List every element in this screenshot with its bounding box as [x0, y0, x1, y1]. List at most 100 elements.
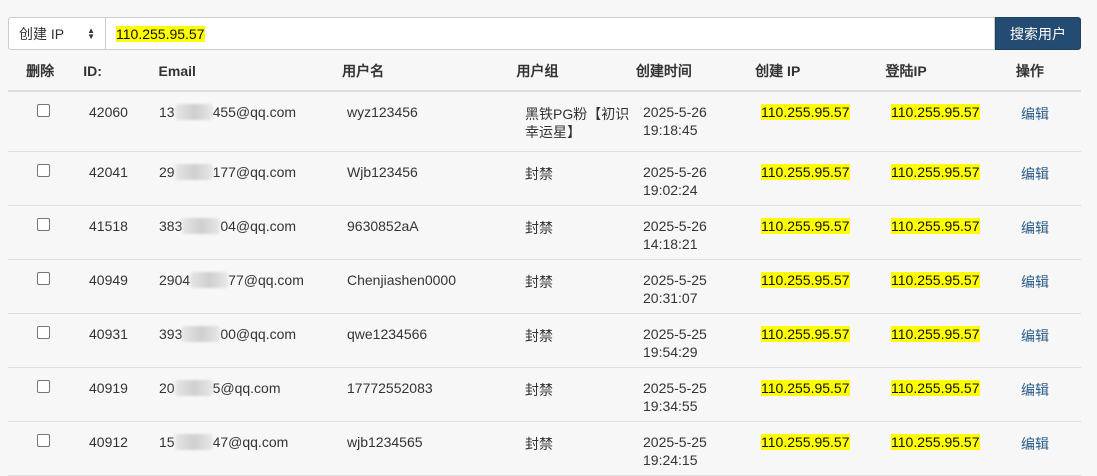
delete-checkbox[interactable]	[36, 218, 50, 231]
created-ip-text: 110.255.95.57	[761, 272, 850, 288]
email-suffix: 47@qq.com	[212, 434, 289, 450]
row-login-ip: 110.255.95.57	[880, 152, 1010, 205]
created-clock: 14:18:21	[643, 236, 698, 252]
edit-link[interactable]: 编辑	[1021, 106, 1049, 122]
header-created-time: 创建时间	[635, 63, 692, 79]
login-ip-text: 110.255.95.57	[891, 218, 980, 234]
email-suffix: 04@qq.com	[220, 218, 297, 234]
row-group: 黑铁PG粉【初识幸运星】	[525, 106, 630, 140]
row-username: wyz123456	[347, 104, 418, 120]
created-date: 2025-5-25	[643, 434, 707, 450]
row-email: 29 177@qq.com	[148, 152, 336, 205]
row-created-ip: 110.255.95.57	[750, 422, 880, 475]
row-delete-cell	[8, 260, 78, 313]
table-row: 40931 393 00@qq.com qwe1234566 封禁 2025-5-25 19…	[8, 314, 1081, 368]
row-login-ip: 110.255.95.57	[880, 206, 1010, 259]
row-created-time: 2025-5-26 19:02:24	[632, 152, 750, 205]
row-created-time: 2025-5-25 20:31:07	[632, 260, 750, 313]
redacted-blur	[174, 380, 213, 396]
row-created-time: 2025-5-25 19:34:55	[632, 368, 750, 421]
row-email: 383 04@qq.com	[148, 206, 336, 259]
search-input[interactable]: 110.255.95.57	[106, 17, 995, 50]
delete-checkbox[interactable]	[36, 380, 50, 393]
created-date: 2025-5-26	[643, 104, 707, 120]
row-created-ip: 110.255.95.57	[750, 92, 880, 151]
search-field-select[interactable]: 创建 IP ▲ ▼	[8, 17, 106, 50]
row-created-ip: 110.255.95.57	[750, 260, 880, 313]
row-group: 封禁	[525, 328, 553, 344]
email-suffix: 77@qq.com	[228, 272, 304, 288]
redacted-blur	[190, 272, 229, 288]
edit-link[interactable]: 编辑	[1021, 220, 1049, 236]
row-created-ip: 110.255.95.57	[750, 152, 880, 205]
login-ip-text: 110.255.95.57	[891, 434, 980, 450]
created-ip-text: 110.255.95.57	[761, 380, 850, 396]
table-row: 42041 29 177@qq.com Wjb123456 封禁 2025-5-26 19:…	[8, 152, 1081, 206]
created-clock: 19:54:29	[643, 344, 698, 360]
row-created-time: 2025-5-26 19:18:45	[632, 92, 750, 151]
created-clock: 19:18:45	[643, 122, 698, 138]
row-created-time: 2025-5-26 14:18:21	[632, 206, 750, 259]
row-action: 编辑	[1010, 368, 1081, 421]
row-action: 编辑	[1010, 152, 1081, 205]
row-id: 40912	[89, 434, 128, 450]
row-created-time: 2025-5-25 19:54:29	[632, 314, 750, 367]
login-ip-text: 110.255.95.57	[891, 104, 980, 120]
edit-link[interactable]: 编辑	[1021, 166, 1049, 182]
row-username: 17772552083	[347, 380, 433, 396]
row-created-ip: 110.255.95.57	[750, 314, 880, 367]
login-ip-text: 110.255.95.57	[891, 326, 980, 342]
row-delete-cell	[8, 206, 78, 259]
row-group: 封禁	[525, 274, 553, 290]
header-group: 用户组	[516, 63, 559, 79]
delete-checkbox[interactable]	[36, 434, 50, 447]
row-created-ip: 110.255.95.57	[750, 368, 880, 421]
table-header: 删除 ID: Email 用户名 用户组 创建时间 创建 IP 登陆IP 操作	[8, 52, 1081, 92]
email-prefix: 20	[159, 380, 175, 396]
row-login-ip: 110.255.95.57	[880, 92, 1010, 151]
edit-link[interactable]: 编辑	[1021, 328, 1049, 344]
search-query-text: 110.255.95.57	[116, 25, 205, 42]
created-date: 2025-5-25	[643, 326, 707, 342]
search-bar: 创建 IP ▲ ▼ 110.255.95.57 搜索用户	[8, 17, 1081, 50]
delete-checkbox[interactable]	[36, 326, 50, 339]
table-row: 42060 13 455@qq.com wyz123456 黑铁PG粉【初识幸运星】 20…	[8, 92, 1081, 152]
email-prefix: 2904	[159, 272, 191, 288]
table-row: 40912 15 47@qq.com wjb1234565 封禁 2025-5-25 19:…	[8, 422, 1081, 476]
row-delete-cell	[8, 152, 78, 205]
created-clock: 19:24:15	[643, 452, 698, 468]
row-username: qwe1234566	[347, 326, 428, 342]
email-prefix: 29	[159, 164, 175, 180]
edit-link[interactable]: 编辑	[1021, 274, 1049, 290]
created-date: 2025-5-25	[643, 380, 707, 396]
row-delete-cell	[8, 314, 78, 367]
row-username: Wjb123456	[347, 164, 418, 180]
edit-link[interactable]: 编辑	[1021, 382, 1049, 398]
users-table: 删除 ID: Email 用户名 用户组 创建时间 创建 IP 登陆IP 操作 …	[8, 52, 1081, 476]
row-email: 20 5@qq.com	[148, 368, 336, 421]
row-action: 编辑	[1010, 260, 1081, 313]
delete-checkbox[interactable]	[36, 104, 50, 117]
created-clock: 19:34:55	[643, 398, 698, 414]
search-users-button[interactable]: 搜索用户	[995, 17, 1081, 50]
row-username: wjb1234565	[347, 434, 423, 450]
row-id: 42041	[89, 164, 128, 180]
row-email: 2904 77@qq.com	[148, 260, 336, 313]
email-prefix: 393	[159, 326, 183, 342]
created-date: 2025-5-26	[643, 164, 707, 180]
email-prefix: 15	[159, 434, 175, 450]
header-delete: 删除	[26, 63, 55, 79]
email-suffix: 00@qq.com	[220, 326, 297, 342]
created-ip-text: 110.255.95.57	[761, 218, 850, 234]
redacted-blur	[174, 434, 213, 450]
row-created-ip: 110.255.95.57	[750, 206, 880, 259]
row-id: 42060	[89, 104, 128, 120]
row-login-ip: 110.255.95.57	[880, 314, 1010, 367]
row-group: 封禁	[525, 166, 553, 182]
delete-checkbox[interactable]	[36, 272, 50, 285]
created-date: 2025-5-25	[643, 272, 707, 288]
row-action: 编辑	[1010, 206, 1081, 259]
delete-checkbox[interactable]	[36, 164, 50, 177]
row-action: 编辑	[1010, 314, 1081, 367]
edit-link[interactable]: 编辑	[1021, 436, 1049, 452]
